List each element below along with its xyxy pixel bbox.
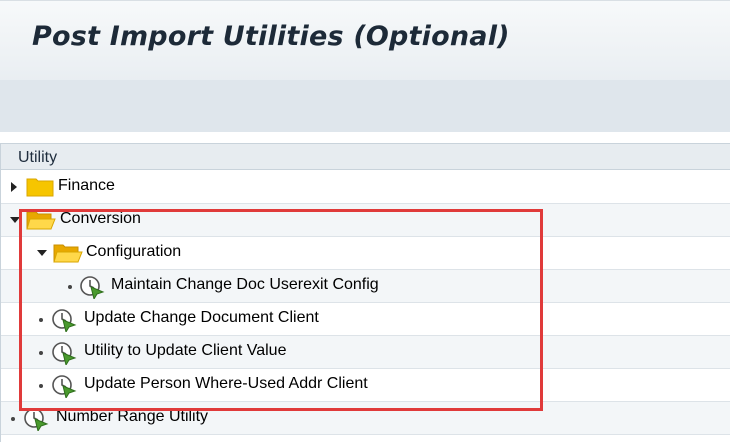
tree-node-label: Finance xyxy=(58,177,115,194)
tree-node-configuration[interactable]: Configuration xyxy=(1,237,730,270)
tree-column-header[interactable]: Utility xyxy=(1,143,730,170)
tree-node-utility-to-update-client-value[interactable]: Utility to Update Client Value xyxy=(1,336,730,369)
tree-node-label: Number Range Utility xyxy=(56,408,209,425)
application-toolbar xyxy=(0,80,730,132)
execute-clock-icon xyxy=(52,375,77,398)
leaf-bullet-icon xyxy=(39,384,43,388)
page-title: Post Import Utilities (Optional) xyxy=(32,21,510,52)
execute-clock-icon xyxy=(52,309,77,332)
tree-node-update-person-where-used-addr-client[interactable]: Update Person Where-Used Addr Client xyxy=(1,369,730,402)
leaf-bullet-icon xyxy=(39,351,43,355)
execute-clock-icon xyxy=(24,408,49,431)
tree-node-label: Update Change Document Client xyxy=(84,309,319,326)
execute-clock-icon xyxy=(80,276,105,299)
collapse-arrow-icon[interactable] xyxy=(37,250,47,256)
tree-node-update-change-document-client[interactable]: Update Change Document Client xyxy=(1,303,730,336)
tree-node-label: Update Person Where-Used Addr Client xyxy=(84,375,368,392)
folder-open-icon xyxy=(53,244,83,263)
tree-node-number-range-utility[interactable]: Number Range Utility xyxy=(1,402,730,435)
tree-node-conversion[interactable]: Conversion xyxy=(1,204,730,237)
tree-node-label: Utility to Update Client Value xyxy=(84,342,287,359)
collapse-arrow-icon[interactable] xyxy=(10,217,20,223)
leaf-bullet-icon xyxy=(39,318,43,322)
folder-open-icon xyxy=(26,211,56,230)
title-bar: Post Import Utilities (Optional) xyxy=(0,0,730,81)
tree-node-label: Maintain Change Doc Userexit Config xyxy=(111,276,379,293)
expand-arrow-icon[interactable] xyxy=(11,182,17,192)
leaf-bullet-icon xyxy=(11,417,15,421)
utility-tree: Utility Finance Conversion Configuration xyxy=(0,143,730,442)
folder-closed-icon xyxy=(26,178,54,197)
column-header-label: Utility xyxy=(18,149,58,166)
tree-node-label: Conversion xyxy=(60,210,141,227)
tree-node-maintain-change-doc-userexit-config[interactable]: Maintain Change Doc Userexit Config xyxy=(1,270,730,303)
leaf-bullet-icon xyxy=(68,285,72,289)
execute-clock-icon xyxy=(52,342,77,365)
tree-node-finance[interactable]: Finance xyxy=(1,171,730,204)
tree-node-label: Configuration xyxy=(86,243,182,260)
